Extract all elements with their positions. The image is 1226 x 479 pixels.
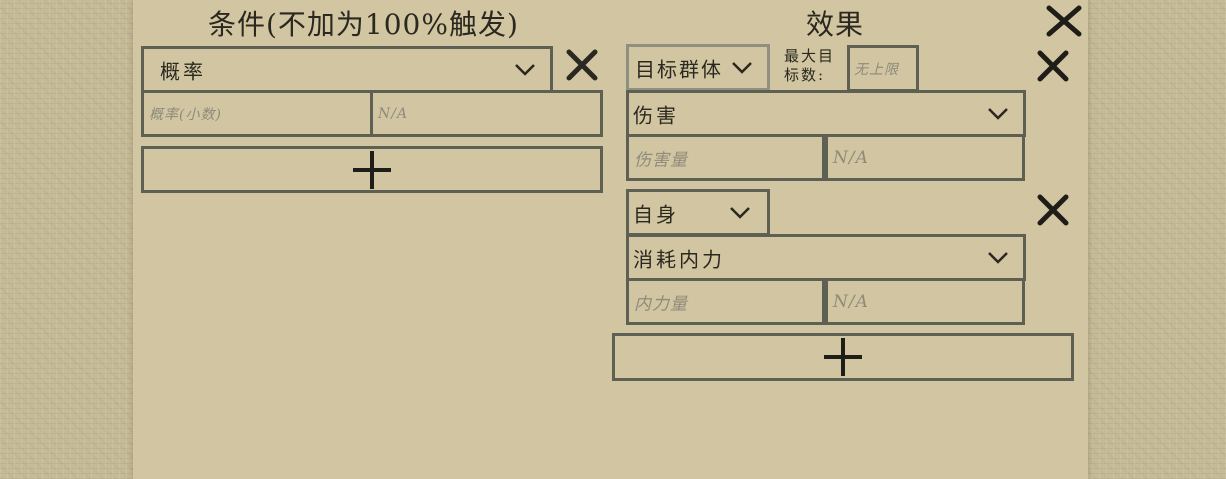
effect2-extra-input[interactable]: N/A — [825, 278, 1025, 325]
trigger-editor-panel: 条件(不加为100%触发) 概率 概率(小数) N/A 效果 目标群体 最大目 … — [133, 0, 1088, 479]
effect2-target-select[interactable]: 自身 — [626, 189, 770, 236]
chevron-down-icon — [988, 107, 1008, 120]
effect2-type-select[interactable]: 消耗内力 — [626, 234, 1026, 281]
effect1-target-select[interactable]: 目标群体 — [626, 44, 770, 91]
effects-header: 效果 — [806, 8, 865, 41]
max-targets-label: 最大目 标数: — [784, 47, 836, 84]
condition-type-value: 概率 — [160, 59, 206, 83]
condition-extra-input[interactable]: N/A — [370, 90, 603, 137]
effect2-target-value: 自身 — [633, 202, 679, 226]
energy-amount-input[interactable]: 内力量 — [626, 278, 825, 325]
chevron-down-icon — [732, 61, 752, 74]
close-icon[interactable] — [565, 48, 599, 82]
close-icon[interactable] — [1036, 193, 1070, 227]
effect2-type-value: 消耗内力 — [633, 247, 725, 271]
add-effect-button[interactable] — [612, 333, 1074, 381]
chevron-down-icon — [988, 251, 1008, 264]
probability-input[interactable]: 概率(小数) — [141, 90, 374, 137]
chevron-down-icon — [515, 63, 535, 76]
close-icon[interactable] — [1045, 4, 1083, 38]
effect1-extra-input[interactable]: N/A — [825, 134, 1025, 181]
effect1-type-value: 伤害 — [633, 103, 679, 127]
add-condition-button[interactable] — [141, 146, 603, 193]
conditions-header: 条件(不加为100%触发) — [208, 8, 519, 41]
plus-icon — [353, 150, 391, 189]
max-targets-placeholder: 无上限 — [854, 61, 899, 78]
damage-amount-placeholder: 伤害量 — [634, 150, 688, 170]
probability-placeholder: 概率(小数) — [149, 106, 222, 123]
condition-extra-placeholder: N/A — [378, 105, 409, 122]
damage-amount-input[interactable]: 伤害量 — [626, 134, 825, 181]
effect1-target-value: 目标群体 — [635, 57, 723, 81]
close-icon[interactable] — [1036, 49, 1070, 83]
effect1-type-select[interactable]: 伤害 — [626, 90, 1026, 137]
effect1-extra-placeholder: N/A — [833, 147, 869, 168]
chevron-down-icon — [730, 206, 750, 219]
max-targets-input[interactable]: 无上限 — [847, 45, 919, 92]
effect2-extra-placeholder: N/A — [833, 291, 869, 312]
condition-type-select[interactable]: 概率 — [141, 46, 553, 93]
energy-amount-placeholder: 内力量 — [634, 294, 688, 314]
plus-icon — [824, 338, 862, 376]
